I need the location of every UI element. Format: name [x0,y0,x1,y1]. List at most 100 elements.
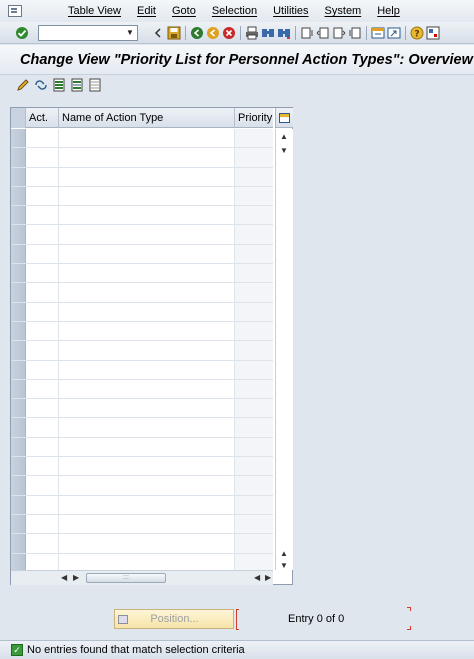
next-page-icon[interactable] [331,25,347,41]
table-row[interactable] [11,148,273,168]
display-change-icon[interactable] [33,77,49,93]
cell-priority[interactable] [235,534,273,553]
cell-name-of-action-type[interactable] [59,457,235,476]
scroll-up-icon[interactable]: ▲ [280,132,288,141]
cell-name-of-action-type[interactable] [59,321,235,341]
cell-act[interactable] [26,495,59,514]
cell-act[interactable] [26,321,59,341]
scroll-right-icon[interactable]: ▶ [265,573,271,582]
cell-name-of-action-type[interactable] [59,341,235,360]
row-selector[interactable] [11,514,26,534]
help-icon[interactable]: ? [409,25,425,41]
row-selector[interactable] [11,186,26,206]
cell-priority[interactable] [235,360,273,379]
menu-system[interactable]: System [317,5,370,17]
row-selector[interactable] [11,495,26,514]
column-header-name-of-action-type[interactable]: Name of Action Type [59,108,235,128]
cell-priority[interactable] [235,418,273,437]
table-row[interactable] [11,553,273,570]
find-next-icon[interactable] [276,25,292,41]
row-selector[interactable] [11,244,26,264]
cell-act[interactable] [26,148,59,167]
row-selector[interactable] [11,225,26,244]
find-icon[interactable] [260,25,276,41]
cell-act[interactable] [26,264,59,283]
menu-utilities[interactable]: Utilities [265,5,316,17]
table-row[interactable] [11,514,273,535]
cell-priority[interactable] [235,341,273,360]
row-selector[interactable] [11,379,26,399]
cell-name-of-action-type[interactable] [59,437,235,457]
last-page-icon[interactable] [347,25,363,41]
system-menu-icon[interactable] [8,5,22,17]
position-button[interactable]: Position... [114,609,234,629]
cell-name-of-action-type[interactable] [59,553,235,570]
horizontal-scrollbar[interactable]: ◀ ▶ ::: ◀ ▶ [11,570,273,585]
table-row[interactable] [11,264,273,284]
cell-priority[interactable] [235,379,273,399]
cell-act[interactable] [26,514,59,534]
table-row[interactable] [11,495,273,515]
row-selector[interactable] [11,341,26,360]
cell-name-of-action-type[interactable] [59,360,235,379]
cell-priority[interactable] [235,476,273,495]
deselect-all-icon[interactable] [87,77,103,93]
menu-table-view[interactable]: Table View [60,5,129,17]
command-input[interactable] [39,25,123,40]
cancel-icon[interactable] [221,25,237,41]
table-row[interactable] [11,399,273,419]
back-icon[interactable] [150,25,166,41]
table-settings-button[interactable] [275,108,293,128]
row-selector[interactable] [11,148,26,167]
cell-name-of-action-type[interactable] [59,148,235,167]
first-page-icon[interactable] [299,25,315,41]
cell-act[interactable] [26,399,59,418]
cell-priority[interactable] [235,283,273,302]
cell-act[interactable] [26,553,59,570]
edit-icon[interactable] [15,77,31,93]
menu-edit[interactable]: Edit [129,5,164,17]
cell-priority[interactable] [235,264,273,283]
cell-name-of-action-type[interactable] [59,379,235,399]
row-selector[interactable] [11,553,26,570]
row-selector[interactable] [11,457,26,476]
cell-name-of-action-type[interactable] [59,186,235,206]
cell-name-of-action-type[interactable] [59,514,235,534]
table-row[interactable] [11,206,273,226]
cell-priority[interactable] [235,399,273,418]
cell-priority[interactable] [235,129,273,148]
cell-name-of-action-type[interactable] [59,129,235,148]
layout-menu-icon[interactable] [425,25,441,41]
cell-priority[interactable] [235,186,273,206]
select-all-rows-header[interactable] [11,108,26,128]
row-selector[interactable] [11,534,26,553]
table-row[interactable] [11,437,273,458]
command-field[interactable]: ▼ [38,24,138,41]
cell-act[interactable] [26,476,59,495]
cell-priority[interactable] [235,244,273,264]
table-row[interactable] [11,129,273,149]
cell-act[interactable] [26,341,59,360]
row-selector[interactable] [11,418,26,437]
scroll-left-icon[interactable]: ◀ [61,573,67,582]
table-row[interactable] [11,534,273,554]
exit-icon[interactable] [189,25,205,41]
create-session-icon[interactable] [370,25,386,41]
cell-act[interactable] [26,186,59,206]
chevron-down-icon[interactable]: ▼ [124,27,136,39]
cell-act[interactable] [26,418,59,437]
cell-name-of-action-type[interactable] [59,206,235,225]
save-icon[interactable] [166,25,182,41]
status-message[interactable]: No entries found that match selection cr… [27,644,245,656]
cell-act[interactable] [26,457,59,476]
row-selector[interactable] [11,321,26,341]
table-row[interactable] [11,283,273,303]
cell-priority[interactable] [235,148,273,167]
table-row[interactable] [11,186,273,207]
cell-act[interactable] [26,283,59,302]
cell-act[interactable] [26,534,59,553]
row-selector[interactable] [11,167,26,186]
cell-priority[interactable] [235,206,273,225]
cell-name-of-action-type[interactable] [59,167,235,186]
cell-act[interactable] [26,167,59,186]
